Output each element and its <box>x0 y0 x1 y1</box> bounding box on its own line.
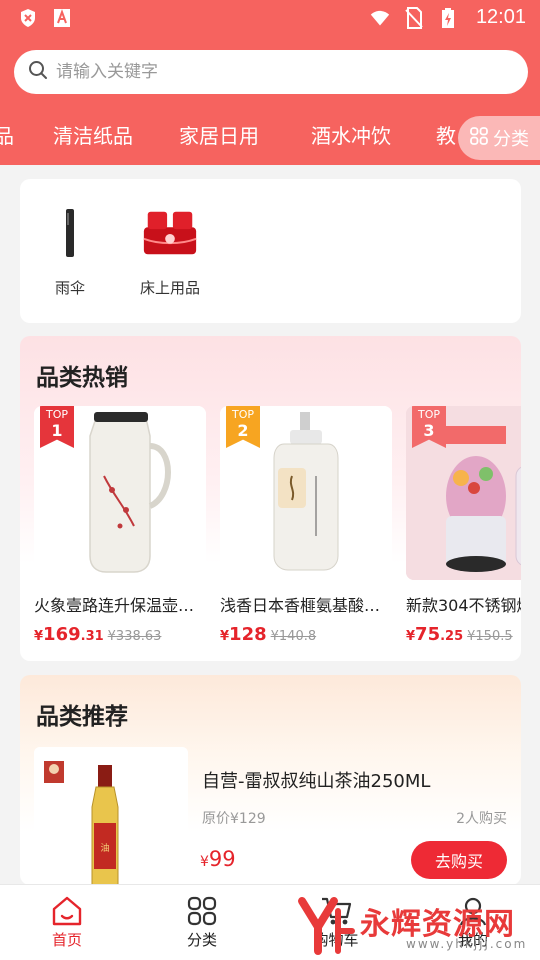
buy-button[interactable]: 去购买 <box>411 841 507 879</box>
category-button[interactable]: 分类 <box>458 116 540 160</box>
umbrella-icon <box>40 203 100 263</box>
tab-category-1[interactable]: 清洁纸品 <box>53 120 133 149</box>
product-name: 浅香日本香榧氨基酸洗发水 <box>220 596 388 615</box>
nav-label: 购物车 <box>313 931 359 949</box>
original-price: ¥150.5 <box>467 629 513 644</box>
bedding-icon <box>140 203 200 263</box>
subcategory-card: 雨伞 床上用品 <box>20 179 521 323</box>
product-image[interactable]: 油 <box>34 747 188 885</box>
status-bar: 12:01 <box>0 0 540 38</box>
wifi-icon <box>370 8 390 28</box>
grid-icon <box>152 893 252 929</box>
product-image: TOP 2 <box>220 406 392 580</box>
subcategory-umbrella[interactable]: 雨伞 <box>20 203 120 298</box>
nav-label: 首页 <box>51 931 82 949</box>
original-price: 原价¥129 <box>202 811 266 827</box>
tab-category-3[interactable]: 酒水冲饮 <box>311 120 391 149</box>
product-price: ¥128 ¥140.8 <box>220 624 317 645</box>
product-image: TOP 3 <box>406 406 521 580</box>
recommend-section: 品类推荐 油 自营-雷叔叔纯山茶油250ML 原价¥129 2人购买 ¥99 去… <box>20 675 521 885</box>
subcategory-label: 雨伞 <box>54 279 85 297</box>
user-icon <box>423 893 523 929</box>
product-price: ¥75.25 ¥150.5 <box>406 624 513 645</box>
app-a-icon <box>52 8 72 28</box>
original-price: ¥140.8 <box>270 629 317 644</box>
no-sim-icon <box>404 6 424 29</box>
product-image: TOP 1 <box>34 406 206 580</box>
search-bar[interactable] <box>14 50 528 94</box>
battery-charging-icon <box>438 7 458 28</box>
nav-category[interactable]: 分类 <box>152 893 252 950</box>
hot-section: 品类热销 TOP 1 火象壹路连升保温壶1.9L ¥169.31 ¥338.63… <box>20 336 521 661</box>
home-icon <box>17 893 117 929</box>
product-price: ¥99 <box>200 847 236 871</box>
search-input[interactable] <box>56 62 476 82</box>
product-name[interactable]: 自营-雷叔叔纯山茶油250ML <box>202 767 430 793</box>
original-price: ¥338.63 <box>107 629 162 644</box>
product-price: ¥169.31 ¥338.63 <box>34 624 162 645</box>
svg-text:油: 油 <box>100 842 109 854</box>
grid-icon <box>469 126 489 151</box>
tab-category-0[interactable]: 品 <box>0 120 14 149</box>
nav-profile[interactable]: 我的 <box>423 893 523 950</box>
sold-count: 2人购买 <box>456 811 507 827</box>
hot-product-card[interactable]: TOP 1 火象壹路连升保温壶1.9L ¥169.31 ¥338.63 <box>34 406 206 645</box>
hot-product-list: TOP 1 火象壹路连升保温壶1.9L ¥169.31 ¥338.63 TOP … <box>34 406 521 646</box>
tab-category-2[interactable]: 家居日用 <box>179 120 259 149</box>
tab-category-4[interactable]: 教 <box>436 120 456 149</box>
product-name: 火象壹路连升保温壶1.9L <box>34 596 202 615</box>
cart-icon <box>286 893 386 929</box>
hot-section-title: 品类热销 <box>36 365 128 391</box>
shield-x-icon <box>18 8 38 28</box>
product-name: 新款304不锈钢焖烧杯 <box>406 596 521 615</box>
nav-cart[interactable]: 购物车 <box>286 893 386 950</box>
nav-home[interactable]: 首页 <box>17 893 117 950</box>
recommend-section-title: 品类推荐 <box>36 704 128 730</box>
subcategory-bedding[interactable]: 床上用品 <box>120 203 220 298</box>
search-icon <box>28 60 48 84</box>
header: 12:01 品 清洁纸品 家居日用 酒水冲饮 教 分类 <box>0 0 540 165</box>
status-time: 12:01 <box>475 6 526 28</box>
subcategory-label: 床上用品 <box>139 279 200 297</box>
hot-product-card[interactable]: TOP 2 浅香日本香榧氨基酸洗发水 ¥128¥140.8 <box>220 406 392 645</box>
category-button-label: 分类 <box>493 129 529 150</box>
hot-product-card[interactable]: TOP 3 新款304不锈钢焖烧杯 ¥75.25¥150.5 <box>406 406 521 645</box>
nav-label: 我的 <box>457 931 488 949</box>
bottom-nav: 首页 分类 购物车 我的 <box>0 884 540 960</box>
nav-label: 分类 <box>186 931 217 949</box>
